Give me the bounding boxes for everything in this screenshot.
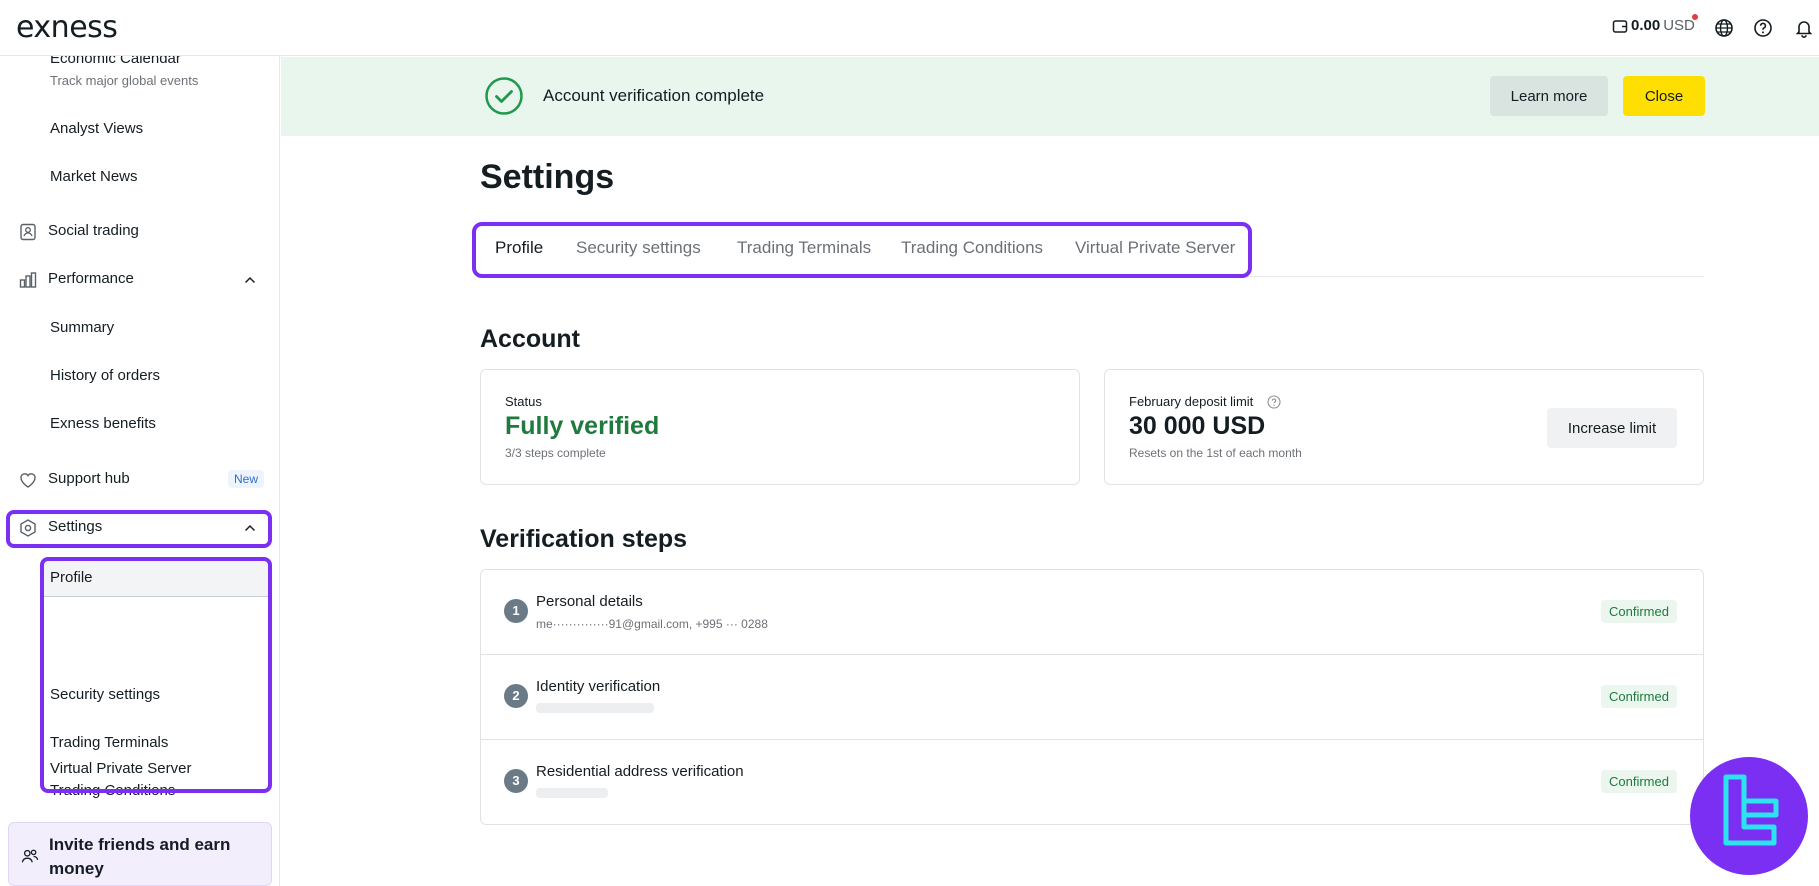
step-title: Identity verification — [536, 678, 661, 695]
users-icon — [21, 849, 39, 863]
status-label: Status — [505, 394, 542, 409]
learn-more-button[interactable]: Learn more — [1490, 76, 1608, 116]
verification-step-residential-address[interactable]: 3 Residential address verification Confi… — [481, 740, 1703, 825]
top-bar: exness 0.00 USD — [0, 0, 1819, 56]
invite-friends-card[interactable]: Invite friends and earn money — [8, 822, 272, 886]
balance-widget[interactable]: 0.00 USD — [1612, 17, 1695, 34]
banner-message: Account verification complete — [543, 86, 765, 105]
verification-step-personal-details[interactable]: 1 Personal details me··············91@gm… — [481, 570, 1703, 655]
exness-logo[interactable]: exness — [16, 10, 118, 45]
chevron-up-icon — [244, 276, 256, 284]
step-status-badge: Confirmed — [1601, 685, 1677, 708]
step-number: 3 — [504, 769, 528, 793]
notification-dot — [1692, 14, 1698, 20]
page-title: Settings — [480, 158, 615, 196]
step-title: Personal details — [536, 593, 643, 610]
increase-limit-button[interactable]: Increase limit — [1547, 408, 1677, 448]
sidebar-item-label: Performance — [48, 270, 134, 287]
sidebar-item-label: Support hub — [48, 470, 130, 487]
step-detail: me··············91@gmail.com, +995 ··· 0… — [536, 617, 768, 631]
sidebar-item-history-of-orders[interactable]: History of orders — [50, 367, 279, 384]
help-icon[interactable] — [1753, 18, 1773, 38]
check-circle-icon — [485, 77, 523, 115]
sidebar-item-social-trading[interactable]: Social trading — [0, 222, 279, 242]
invite-friends-text: Invite friends and earn money — [49, 835, 231, 878]
new-badge: New — [228, 470, 265, 488]
close-banner-button[interactable]: Close — [1623, 76, 1705, 116]
settings-highlight-box — [6, 510, 272, 548]
sidebar-item-caption: Track major global events — [50, 73, 199, 88]
step-status-badge: Confirmed — [1601, 770, 1677, 793]
sidebar-item-label: Economic Calendar — [50, 56, 181, 67]
bell-icon[interactable] — [1794, 18, 1814, 38]
sidebar-item-analyst-views[interactable]: Analyst Views — [50, 120, 279, 137]
redacted-detail — [536, 703, 654, 713]
status-card: Status Fully verified 3/3 steps complete — [480, 369, 1080, 485]
verification-step-identity[interactable]: 2 Identity verification Confirmed — [481, 655, 1703, 740]
sidebar-item-economic-calendar[interactable]: Economic Calendar Track major global eve… — [50, 56, 279, 88]
heart-icon — [20, 473, 36, 488]
sidebar-item-summary[interactable]: Summary — [50, 319, 279, 336]
social-trading-icon — [20, 223, 36, 241]
sidebar-item-label: Social trading — [48, 222, 139, 239]
bar-chart-icon — [19, 272, 37, 288]
verification-steps-list: 1 Personal details me··············91@gm… — [480, 569, 1704, 825]
step-title: Residential address verification — [536, 763, 744, 780]
deposit-limit-label: February deposit limit — [1129, 394, 1254, 409]
wallet-icon — [1612, 19, 1628, 33]
info-icon[interactable] — [1267, 395, 1281, 409]
sidebar-item-performance[interactable]: Performance — [0, 270, 279, 290]
redacted-detail — [536, 788, 608, 798]
status-value: Fully verified — [505, 412, 660, 440]
balance-currency: USD — [1663, 17, 1695, 34]
watermark-logo — [1690, 757, 1808, 875]
settings-submenu-highlight-box — [40, 557, 272, 793]
deposit-limit-reset: Resets on the 1st of each month — [1129, 446, 1302, 460]
step-number: 2 — [504, 684, 528, 708]
balance-amount: 0.00 — [1631, 17, 1661, 34]
sidebar-item-support-hub[interactable]: Support hub New — [0, 470, 279, 492]
globe-icon[interactable] — [1714, 18, 1734, 38]
step-status-badge: Confirmed — [1601, 600, 1677, 623]
sidebar-item-market-news[interactable]: Market News — [50, 168, 279, 185]
tabs-highlight-box — [472, 222, 1252, 278]
sidebar-item-exness-benefits[interactable]: Exness benefits — [50, 415, 279, 432]
watermark-glyph-icon — [1723, 774, 1779, 846]
account-heading: Account — [480, 325, 580, 353]
deposit-limit-value: 30 000 USD — [1129, 412, 1266, 440]
verification-steps-heading: Verification steps — [480, 525, 688, 553]
deposit-limit-card: February deposit limit 30 000 USD Resets… — [1104, 369, 1704, 485]
step-number: 1 — [504, 599, 528, 623]
status-steps: 3/3 steps complete — [505, 446, 606, 460]
